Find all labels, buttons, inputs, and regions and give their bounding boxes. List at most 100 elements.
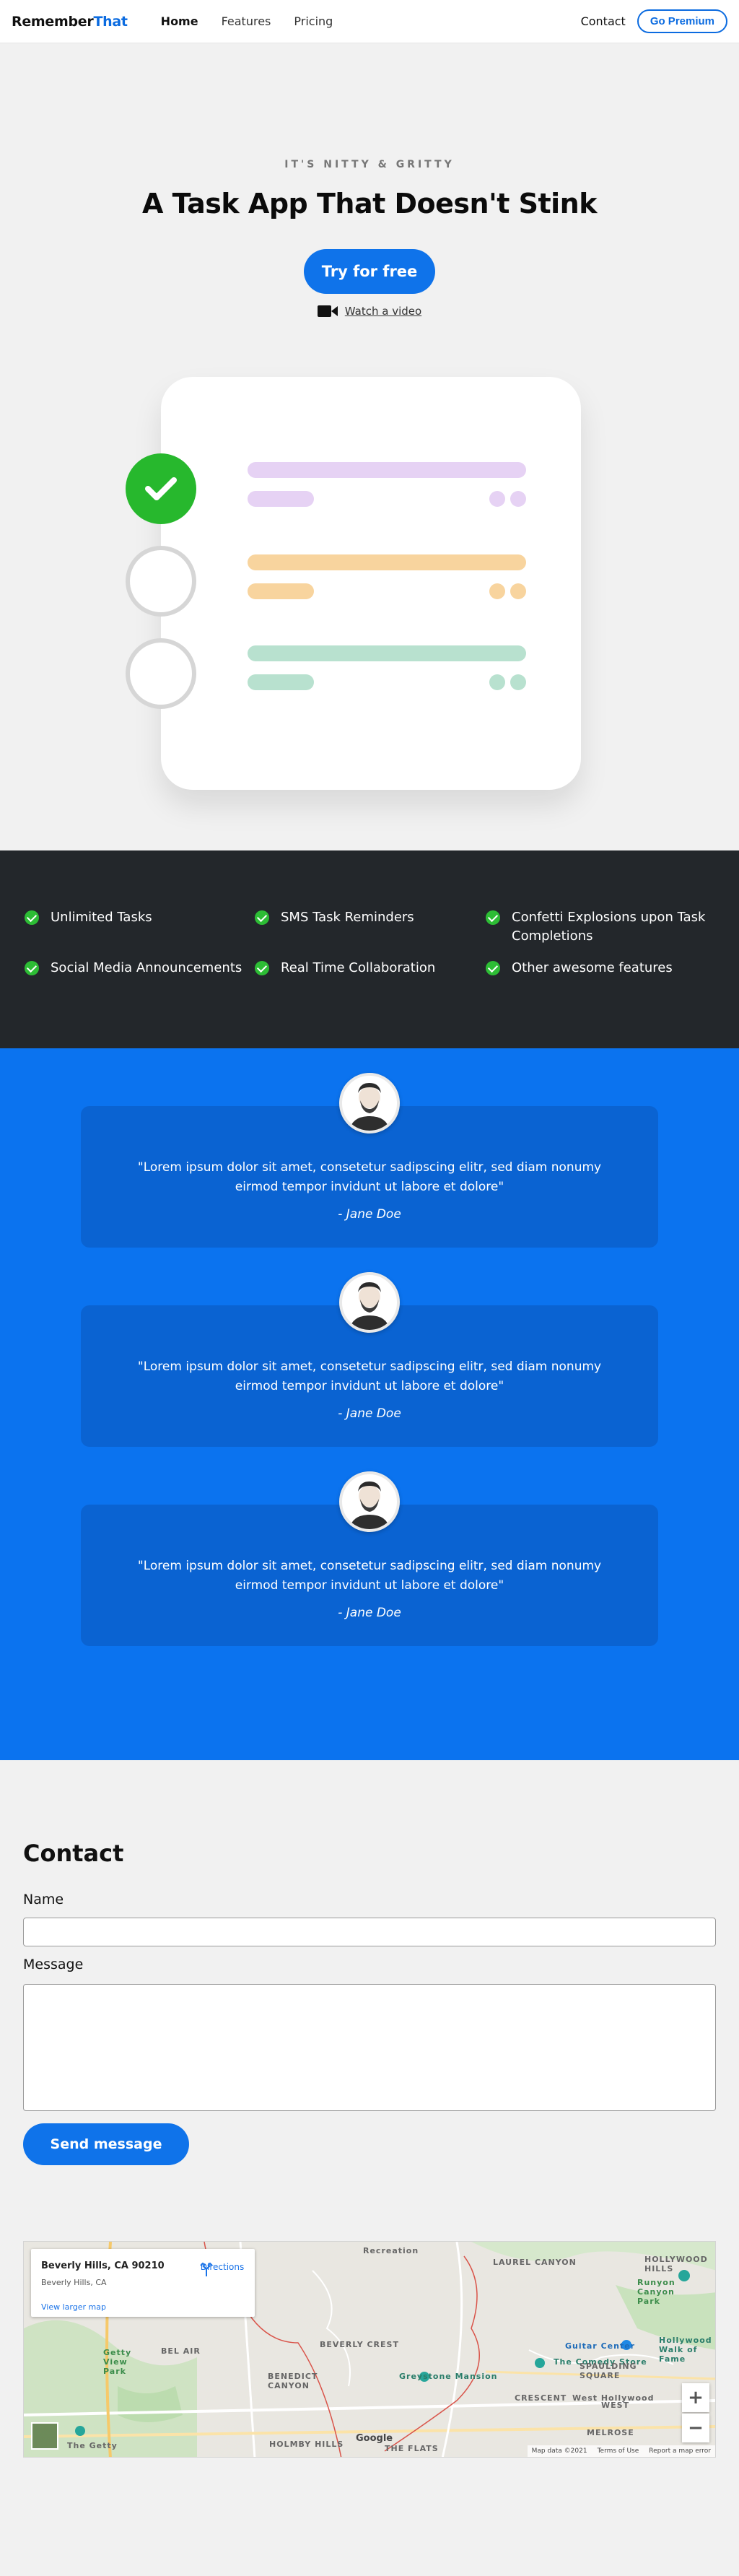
map-label: CRESCENT: [515, 2393, 567, 2403]
map-label: Recreation: [363, 2246, 419, 2255]
nav-right: Contact Go Premium: [581, 9, 727, 33]
map-label: BEVERLY CREST: [320, 2340, 399, 2349]
map-label: Hollywood Walk of Fame: [659, 2336, 712, 2364]
directions-button[interactable]: Directions: [198, 2262, 246, 2276]
view-larger-map-link[interactable]: View larger map: [41, 2302, 106, 2312]
terms-of-use-link[interactable]: Terms of Use: [598, 2447, 639, 2455]
testimonial-author: - Jane Doe: [338, 1207, 401, 1222]
avatar: [339, 1272, 400, 1333]
testimonial-author: - Jane Doe: [338, 1606, 401, 1620]
message-label: Message: [23, 1957, 84, 1972]
google-logo: Google: [356, 2433, 393, 2444]
map-label: HOLLYWOOD HILLS: [644, 2255, 708, 2273]
nav-link-home[interactable]: Home: [161, 14, 198, 28]
map-label: The Getty: [67, 2441, 118, 2450]
map-label: BEL AIR: [161, 2346, 201, 2356]
map-section: Recreation LAUREL CANYON HOLLYWOOD HILLS…: [0, 2241, 739, 2576]
check-icon: [486, 910, 500, 925]
task-title-bar: [248, 554, 526, 570]
task-title-bar: [248, 462, 526, 478]
map-label: THE FLATS: [385, 2444, 439, 2453]
feature-label: Other awesome features: [512, 960, 673, 975]
report-map-error-link[interactable]: Report a map error: [649, 2447, 711, 2455]
feature-item: Other awesome features: [486, 959, 717, 978]
task-dot: [510, 674, 526, 690]
task-dot: [489, 491, 505, 507]
map-label: Runyon Canyon Park: [637, 2278, 675, 2306]
testimonial-quote: "Lorem ipsum dolor sit amet, consetetur …: [137, 1160, 602, 1194]
avatar: [339, 1471, 400, 1532]
top-nav: RememberThat Home Features Pricing Conta…: [0, 0, 739, 43]
name-field[interactable]: [23, 1918, 716, 1946]
nav-link-pricing[interactable]: Pricing: [294, 14, 333, 28]
task-subtitle-bar: [248, 491, 314, 507]
task-dot: [489, 583, 505, 599]
contact-section: Contact Name Message Send message: [0, 1760, 739, 2241]
task-empty-circle-icon: [126, 546, 196, 617]
message-field[interactable]: [23, 1984, 716, 2111]
map-label: WEST: [601, 2401, 630, 2410]
video-camera-icon: [317, 305, 338, 318]
feature-label: SMS Task Reminders: [281, 910, 414, 925]
testimonial-quote: "Lorem ipsum dolor sit amet, consetetur …: [137, 1559, 602, 1593]
testimonial-author: - Jane Doe: [338, 1406, 401, 1421]
avatar: [339, 1073, 400, 1133]
check-icon: [486, 961, 500, 975]
feature-item: SMS Task Reminders: [255, 908, 471, 927]
map-label: Guitar Center: [565, 2341, 636, 2351]
task-title-bar: [248, 645, 526, 661]
features-section: Unlimited Tasks SMS Task Reminders Confe…: [0, 850, 739, 1048]
check-icon: [255, 961, 269, 975]
go-premium-button[interactable]: Go Premium: [637, 9, 727, 33]
feature-label: Unlimited Tasks: [51, 910, 152, 925]
directions-icon: [200, 2262, 213, 2276]
feature-item: Confetti Explosions upon Task Completion…: [486, 908, 717, 946]
task-illustration-card: [161, 377, 581, 790]
brand-name-part1: Remember: [12, 13, 94, 30]
feature-label: Real Time Collaboration: [281, 960, 436, 975]
hero-eyebrow: IT'S NITTY & GRITTY: [284, 159, 455, 170]
hero-section: IT'S NITTY & GRITTY A Task App That Does…: [0, 43, 739, 850]
map-label: Getty View Park: [103, 2348, 132, 2376]
watch-video-label: Watch a video: [344, 305, 422, 318]
feature-item: Real Time Collaboration: [255, 959, 471, 978]
contact-title: Contact: [23, 1840, 124, 1867]
map-label: SPAULDING SQUARE: [580, 2362, 637, 2380]
nav-link-features[interactable]: Features: [222, 14, 271, 28]
brand-name-part2: That: [93, 13, 128, 30]
zoom-in-button[interactable]: +: [682, 2383, 709, 2412]
embedded-map[interactable]: Recreation LAUREL CANYON HOLLYWOOD HILLS…: [23, 2241, 716, 2458]
task-dot: [489, 674, 505, 690]
feature-item: Social Media Announcements: [25, 959, 255, 978]
task-empty-circle-icon: [126, 638, 196, 709]
feature-label: Social Media Announcements: [51, 960, 242, 975]
task-complete-check-icon: [126, 453, 196, 524]
nav-link-contact[interactable]: Contact: [581, 14, 626, 28]
map-footer: Map data ©2021 Terms of Use Report a map…: [527, 2445, 715, 2457]
map-label: HOLMBY HILLS: [269, 2440, 344, 2449]
feature-item: Unlimited Tasks: [25, 908, 241, 927]
check-icon: [255, 910, 269, 925]
try-for-free-button[interactable]: Try for free: [304, 249, 435, 294]
map-label: LAUREL CANYON: [493, 2258, 577, 2267]
task-dot: [510, 583, 526, 599]
send-message-button[interactable]: Send message: [23, 2123, 189, 2165]
brand-logo[interactable]: RememberThat: [12, 14, 128, 30]
feature-label: Confetti Explosions upon Task Completion…: [512, 910, 706, 944]
check-icon: [25, 961, 39, 975]
map-label: Greystone Mansion: [399, 2372, 498, 2381]
task-dot: [510, 491, 526, 507]
zoom-out-button[interactable]: −: [682, 2414, 709, 2442]
map-address-sub: Beverly Hills, CA: [41, 2278, 107, 2287]
hero-title: A Task App That Doesn't Stink: [142, 188, 597, 219]
map-data-credit: Map data ©2021: [531, 2447, 587, 2455]
task-subtitle-bar: [248, 674, 314, 690]
task-subtitle-bar: [248, 583, 314, 599]
map-address: Beverly Hills, CA 90210: [41, 2260, 165, 2271]
map-label: MELROSE: [587, 2428, 634, 2437]
satellite-toggle-icon[interactable]: [31, 2422, 58, 2450]
watch-video-link[interactable]: Watch a video: [0, 305, 739, 318]
testimonials-section: "Lorem ipsum dolor sit amet, consetetur …: [0, 1048, 739, 1760]
nav-links: Home Features Pricing: [161, 14, 333, 28]
map-info-card: Beverly Hills, CA 90210 Beverly Hills, C…: [31, 2249, 255, 2317]
